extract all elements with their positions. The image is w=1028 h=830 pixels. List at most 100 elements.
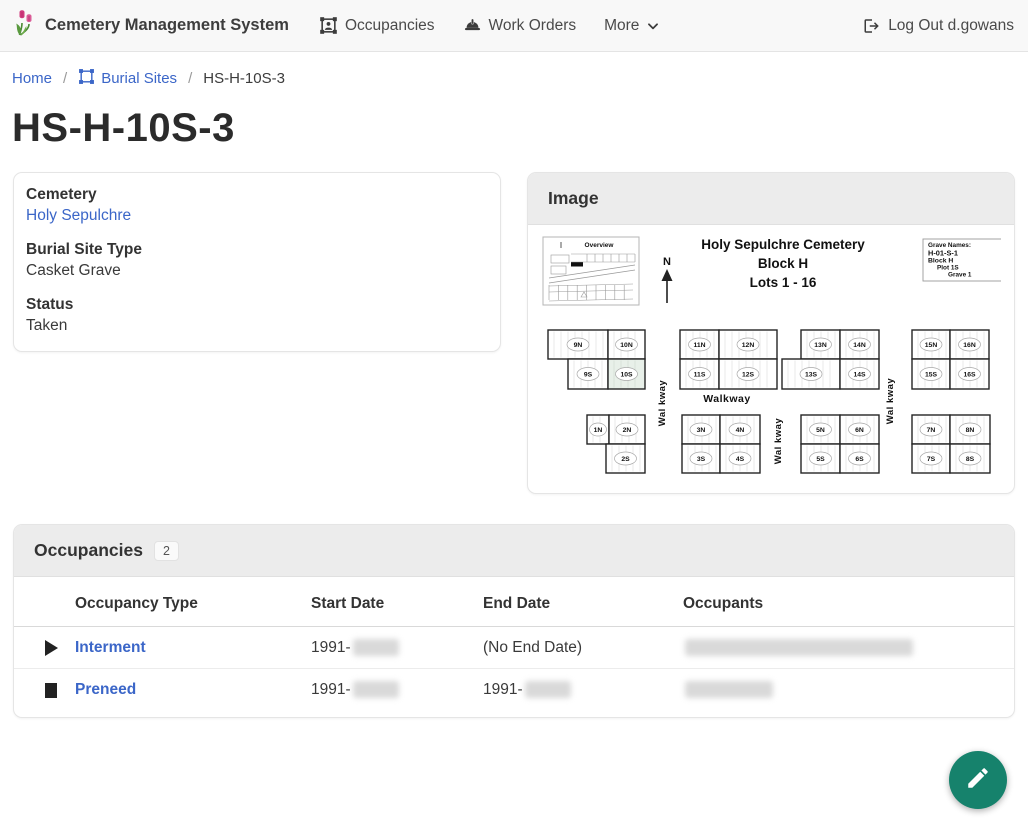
burial-site-details-card: Cemetery Holy Sepulchre Burial Site Type…: [13, 172, 501, 352]
app-title: Cemetery Management System: [45, 16, 289, 35]
svg-text:14N: 14N: [853, 342, 866, 349]
stop-icon: [45, 683, 57, 698]
logout-button[interactable]: Log Out d.gowans: [863, 17, 1014, 35]
page-title: HS-H-10S-3: [12, 106, 1016, 151]
field-label-cemetery: Cemetery: [26, 186, 488, 204]
svg-text:10N: 10N: [620, 342, 633, 349]
burial-sites-icon: [78, 68, 95, 89]
redacted-text: [685, 639, 913, 656]
svg-text:12S: 12S: [742, 371, 755, 378]
redacted-text: [353, 639, 399, 656]
field-value-status: Taken: [26, 317, 488, 335]
svg-text:Block H: Block H: [928, 258, 953, 265]
col-start-date: Start Date: [311, 595, 483, 613]
top-navbar: Cemetery Management System Occupancies: [0, 0, 1028, 52]
occupancy-row: Preneed 1991-1991-: [14, 669, 1014, 711]
field-value-burial-site-type: Casket Grave: [26, 262, 488, 280]
field-label-burial-site-type: Burial Site Type: [26, 241, 488, 259]
cemetery-link[interactable]: Holy Sepulchre: [26, 207, 131, 224]
svg-text:2N: 2N: [623, 427, 632, 434]
svg-text:10S: 10S: [620, 371, 633, 378]
image-card: Image Holy Sepulchre CemeteryBlock HLots…: [527, 172, 1015, 494]
svg-text:13S: 13S: [805, 371, 818, 378]
occupancies-table-body: Interment1991-(No End Date) Preneed 1991-1…: [14, 627, 1014, 711]
svg-text:7N: 7N: [927, 427, 936, 434]
svg-text:1N: 1N: [594, 427, 603, 434]
end-date-cell: 1991-: [483, 681, 683, 699]
start-date-cell: 1991-: [311, 681, 483, 699]
redacted-text: [525, 681, 571, 698]
svg-text:4N: 4N: [736, 427, 745, 434]
breadcrumb-current: HS-H-10S-3: [203, 70, 285, 87]
occupancy-row: Interment1991-(No End Date): [14, 627, 1014, 669]
svg-text:5N: 5N: [816, 427, 825, 434]
svg-text:9S: 9S: [584, 371, 593, 378]
image-card-body: Holy Sepulchre Cemetery Block H Lots 1 - 1…: [528, 225, 1014, 493]
occupants-cell: [683, 639, 1014, 657]
svg-text:6S: 6S: [855, 456, 864, 463]
svg-text:16S: 16S: [963, 371, 976, 378]
nav-item-occupancies[interactable]: Occupancies: [319, 16, 435, 35]
svg-text:Overview: Overview: [585, 242, 615, 249]
svg-text:4S: 4S: [736, 456, 745, 463]
edit-fab-button[interactable]: [949, 751, 1007, 809]
occupancy-type-link[interactable]: Interment: [75, 639, 146, 656]
svg-text:8N: 8N: [966, 427, 975, 434]
col-occupants: Occupants: [683, 595, 1014, 613]
field-cemetery: Cemetery Holy Sepulchre: [26, 186, 488, 225]
breadcrumb-separator: /: [63, 70, 67, 87]
svg-text:Grave 1: Grave 1: [948, 272, 972, 279]
svg-text:14S: 14S: [853, 371, 866, 378]
svg-text:5S: 5S: [816, 456, 825, 463]
svg-text:Wal kway: Wal kway: [885, 378, 896, 425]
occupancies-card: Occupancies 2 Occupancy Type Start Date …: [13, 524, 1015, 718]
occupancy-type-link[interactable]: Preneed: [75, 681, 136, 698]
svg-text:Lots 1 - 16: Lots 1 - 16: [750, 275, 817, 290]
col-end-date: End Date: [483, 595, 683, 613]
svg-text:12N: 12N: [742, 342, 755, 349]
svg-text:15S: 15S: [925, 371, 938, 378]
logout-label: Log Out d.gowans: [888, 17, 1014, 35]
breadcrumb: Home / Burial Sites / HS-H-10S-3: [0, 52, 1028, 89]
svg-text:7S: 7S: [927, 456, 936, 463]
occupancies-count-badge: 2: [154, 541, 179, 561]
occupancies-title: Occupancies: [34, 540, 143, 561]
nav-item-work-orders[interactable]: Work Orders: [463, 16, 577, 35]
svg-text:N: N: [663, 256, 671, 268]
play-icon: [45, 640, 58, 656]
occupancies-table: Occupancy Type Start Date End Date Occup…: [14, 577, 1014, 717]
svg-text:Holy Sepulchre Cemetery: Holy Sepulchre Cemetery: [701, 237, 865, 252]
burial-site-map-image: Holy Sepulchre Cemetery Block H Lots 1 - 1…: [541, 231, 1001, 483]
svg-text:Block H: Block H: [758, 256, 808, 271]
app-brand[interactable]: Cemetery Management System: [14, 9, 289, 42]
svg-text:15N: 15N: [925, 342, 938, 349]
occupants-cell: [683, 681, 1014, 699]
svg-text:2S: 2S: [621, 456, 630, 463]
field-label-status: Status: [26, 296, 488, 314]
content-row: Cemetery Holy Sepulchre Burial Site Type…: [0, 172, 1028, 494]
field-burial-site-type: Burial Site Type Casket Grave: [26, 241, 488, 280]
svg-text:Wal kway: Wal kway: [773, 418, 784, 465]
redacted-text: [685, 681, 773, 698]
nav-item-more[interactable]: More: [604, 17, 660, 35]
tulip-logo-icon: [14, 9, 37, 42]
svg-text:3S: 3S: [697, 456, 706, 463]
svg-text:3N: 3N: [697, 427, 706, 434]
breadcrumb-burial-sites-link[interactable]: Burial Sites: [78, 68, 177, 89]
breadcrumb-home-link[interactable]: Home: [12, 70, 52, 87]
svg-text:Plot 1S: Plot 1S: [937, 265, 959, 272]
svg-text:Walkway: Walkway: [703, 393, 750, 405]
edit-pencil-icon: [965, 765, 991, 796]
occupancies-table-header: Occupancy Type Start Date End Date Occup…: [14, 581, 1014, 627]
nav-label-more: More: [604, 17, 639, 35]
work-orders-icon: [463, 16, 482, 35]
chevron-down-icon: [646, 19, 660, 33]
field-status: Status Taken: [26, 296, 488, 335]
svg-text:6N: 6N: [855, 427, 864, 434]
svg-text:11N: 11N: [693, 342, 705, 349]
svg-text:H-01-S-1: H-01-S-1: [928, 249, 958, 258]
svg-text:13N: 13N: [814, 342, 827, 349]
nav-label-occupancies: Occupancies: [345, 17, 435, 35]
end-date-cell: (No End Date): [483, 639, 683, 657]
breadcrumb-separator: /: [188, 70, 192, 87]
